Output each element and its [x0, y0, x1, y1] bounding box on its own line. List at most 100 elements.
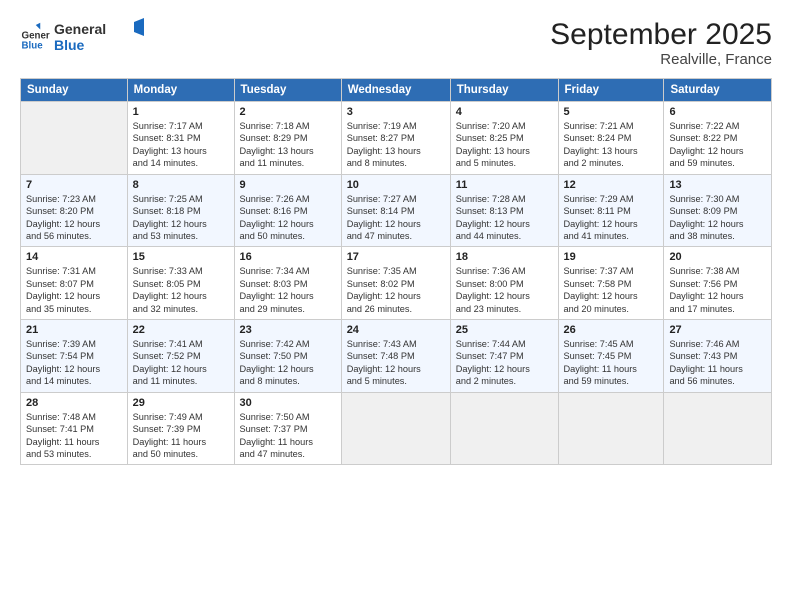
day-info: Sunrise: 7:31 AM Sunset: 8:07 PM Dayligh…	[26, 265, 122, 315]
day-info: Sunrise: 7:39 AM Sunset: 7:54 PM Dayligh…	[26, 338, 122, 388]
day-number: 8	[133, 179, 229, 191]
calendar-cell: 2 Sunrise: 7:18 AM Sunset: 8:29 PM Daylig…	[234, 102, 341, 175]
day-info: Sunrise: 7:44 AM Sunset: 7:47 PM Dayligh…	[456, 338, 553, 388]
day-number: 6	[669, 106, 766, 118]
calendar-cell: 11 Sunrise: 7:28 AM Sunset: 8:13 PM Dayli…	[450, 174, 558, 247]
calendar-cell: 14 Sunrise: 7:31 AM Sunset: 8:07 PM Dayli…	[21, 247, 128, 320]
calendar-cell: 27Sunrise: 7:46 AM Sunset: 7:43 PM Dayli…	[664, 320, 772, 393]
day-number: 28	[26, 397, 122, 409]
day-number: 15	[133, 251, 229, 263]
calendar-cell	[558, 392, 664, 465]
calendar-cell: 6 Sunrise: 7:22 AM Sunset: 8:22 PM Daylig…	[664, 102, 772, 175]
day-number: 12	[564, 179, 659, 191]
calendar-cell: 10 Sunrise: 7:27 AM Sunset: 8:14 PM Dayli…	[341, 174, 450, 247]
calendar-cell: 1Sunrise: 7:17 AM Sunset: 8:31 PM Daylig…	[127, 102, 234, 175]
day-info: Sunrise: 7:42 AM Sunset: 7:50 PM Dayligh…	[240, 338, 336, 388]
title-block: September 2025 Realville, France	[550, 18, 772, 68]
calendar-cell: 4Sunrise: 7:20 AM Sunset: 8:25 PM Daylig…	[450, 102, 558, 175]
calendar-cell: 9Sunrise: 7:26 AM Sunset: 8:16 PM Daylig…	[234, 174, 341, 247]
day-info: Sunrise: 7:25 AM Sunset: 8:18 PM Dayligh…	[133, 193, 229, 243]
calendar-cell: 12 Sunrise: 7:29 AM Sunset: 8:11 PM Dayli…	[558, 174, 664, 247]
calendar-week-row: 7 Sunrise: 7:23 AM Sunset: 8:20 PM Daylig…	[21, 174, 772, 247]
day-info: Sunrise: 7:23 AM Sunset: 8:20 PM Dayligh…	[26, 193, 122, 243]
day-number: 16	[240, 251, 336, 263]
col-tuesday: Tuesday	[234, 79, 341, 102]
day-info: Sunrise: 7:27 AM Sunset: 8:14 PM Dayligh…	[347, 193, 445, 243]
day-info: Sunrise: 7:22 AM Sunset: 8:22 PM Dayligh…	[669, 120, 766, 170]
page-subtitle: Realville, France	[550, 51, 772, 68]
day-number: 26	[564, 324, 659, 336]
day-number: 21	[26, 324, 122, 336]
day-number: 30	[240, 397, 336, 409]
day-info: Sunrise: 7:37 AM Sunset: 7:58 PM Dayligh…	[564, 265, 659, 315]
day-info: Sunrise: 7:30 AM Sunset: 8:09 PM Dayligh…	[669, 193, 766, 243]
day-info: Sunrise: 7:19 AM Sunset: 8:27 PM Dayligh…	[347, 120, 445, 170]
day-number: 3	[347, 106, 445, 118]
day-number: 25	[456, 324, 553, 336]
day-info: Sunrise: 7:33 AM Sunset: 8:05 PM Dayligh…	[133, 265, 229, 315]
day-info: Sunrise: 7:46 AM Sunset: 7:43 PM Dayligh…	[669, 338, 766, 388]
day-info: Sunrise: 7:43 AM Sunset: 7:48 PM Dayligh…	[347, 338, 445, 388]
calendar-cell: 19 Sunrise: 7:37 AM Sunset: 7:58 PM Dayli…	[558, 247, 664, 320]
calendar-cell: 16Sunrise: 7:34 AM Sunset: 8:03 PM Dayli…	[234, 247, 341, 320]
calendar-header-row: Sunday Monday Tuesday Wednesday Thursday…	[21, 79, 772, 102]
calendar-cell: 28 Sunrise: 7:48 AM Sunset: 7:41 PM Dayli…	[21, 392, 128, 465]
day-number: 9	[240, 179, 336, 191]
calendar-cell: 22Sunrise: 7:41 AM Sunset: 7:52 PM Dayli…	[127, 320, 234, 393]
day-number: 14	[26, 251, 122, 263]
calendar-cell: 23 Sunrise: 7:42 AM Sunset: 7:50 PM Dayli…	[234, 320, 341, 393]
day-info: Sunrise: 7:28 AM Sunset: 8:13 PM Dayligh…	[456, 193, 553, 243]
calendar-cell: 13 Sunrise: 7:30 AM Sunset: 8:09 PM Dayli…	[664, 174, 772, 247]
calendar-table: Sunday Monday Tuesday Wednesday Thursday…	[20, 78, 772, 465]
col-wednesday: Wednesday	[341, 79, 450, 102]
calendar-week-row: 21 Sunrise: 7:39 AM Sunset: 7:54 PM Dayli…	[21, 320, 772, 393]
calendar-cell: 8 Sunrise: 7:25 AM Sunset: 8:18 PM Daylig…	[127, 174, 234, 247]
day-number: 7	[26, 179, 122, 191]
day-number: 2	[240, 106, 336, 118]
col-friday: Friday	[558, 79, 664, 102]
day-info: Sunrise: 7:29 AM Sunset: 8:11 PM Dayligh…	[564, 193, 659, 243]
calendar-cell: 30 Sunrise: 7:50 AM Sunset: 7:37 PM Dayli…	[234, 392, 341, 465]
svg-text:General: General	[54, 21, 106, 37]
day-info: Sunrise: 7:35 AM Sunset: 8:02 PM Dayligh…	[347, 265, 445, 315]
calendar-cell: 29 Sunrise: 7:49 AM Sunset: 7:39 PM Dayli…	[127, 392, 234, 465]
svg-text:Blue: Blue	[22, 40, 44, 51]
day-number: 29	[133, 397, 229, 409]
calendar-cell: 21 Sunrise: 7:39 AM Sunset: 7:54 PM Dayli…	[21, 320, 128, 393]
day-number: 11	[456, 179, 553, 191]
day-info: Sunrise: 7:18 AM Sunset: 8:29 PM Dayligh…	[240, 120, 336, 170]
day-info: Sunrise: 7:45 AM Sunset: 7:45 PM Dayligh…	[564, 338, 659, 388]
calendar-cell: 26 Sunrise: 7:45 AM Sunset: 7:45 PM Dayli…	[558, 320, 664, 393]
day-number: 10	[347, 179, 445, 191]
day-number: 22	[133, 324, 229, 336]
calendar-cell: 20 Sunrise: 7:38 AM Sunset: 7:56 PM Dayli…	[664, 247, 772, 320]
calendar-cell	[341, 392, 450, 465]
day-info: Sunrise: 7:17 AM Sunset: 8:31 PM Dayligh…	[133, 120, 229, 170]
day-info: Sunrise: 7:21 AM Sunset: 8:24 PM Dayligh…	[564, 120, 659, 170]
day-number: 17	[347, 251, 445, 263]
calendar-week-row: 1Sunrise: 7:17 AM Sunset: 8:31 PM Daylig…	[21, 102, 772, 175]
page-title: September 2025	[550, 18, 772, 51]
day-info: Sunrise: 7:38 AM Sunset: 7:56 PM Dayligh…	[669, 265, 766, 315]
day-info: Sunrise: 7:49 AM Sunset: 7:39 PM Dayligh…	[133, 411, 229, 461]
svg-text:Blue: Blue	[54, 37, 85, 53]
day-info: Sunrise: 7:50 AM Sunset: 7:37 PM Dayligh…	[240, 411, 336, 461]
calendar-week-row: 14 Sunrise: 7:31 AM Sunset: 8:07 PM Dayli…	[21, 247, 772, 320]
day-number: 5	[564, 106, 659, 118]
logo-svg: General Blue	[54, 18, 144, 56]
day-number: 23	[240, 324, 336, 336]
calendar-cell: 25 Sunrise: 7:44 AM Sunset: 7:47 PM Dayli…	[450, 320, 558, 393]
calendar-cell	[450, 392, 558, 465]
day-info: Sunrise: 7:20 AM Sunset: 8:25 PM Dayligh…	[456, 120, 553, 170]
day-number: 19	[564, 251, 659, 263]
calendar-cell: 5 Sunrise: 7:21 AM Sunset: 8:24 PM Daylig…	[558, 102, 664, 175]
calendar-cell: 18Sunrise: 7:36 AM Sunset: 8:00 PM Dayli…	[450, 247, 558, 320]
logo-icon: General Blue	[20, 22, 50, 52]
day-info: Sunrise: 7:48 AM Sunset: 7:41 PM Dayligh…	[26, 411, 122, 461]
logo: General Blue General Blue	[20, 18, 144, 56]
col-saturday: Saturday	[664, 79, 772, 102]
day-number: 13	[669, 179, 766, 191]
day-number: 24	[347, 324, 445, 336]
calendar-cell: 17 Sunrise: 7:35 AM Sunset: 8:02 PM Dayli…	[341, 247, 450, 320]
day-number: 20	[669, 251, 766, 263]
